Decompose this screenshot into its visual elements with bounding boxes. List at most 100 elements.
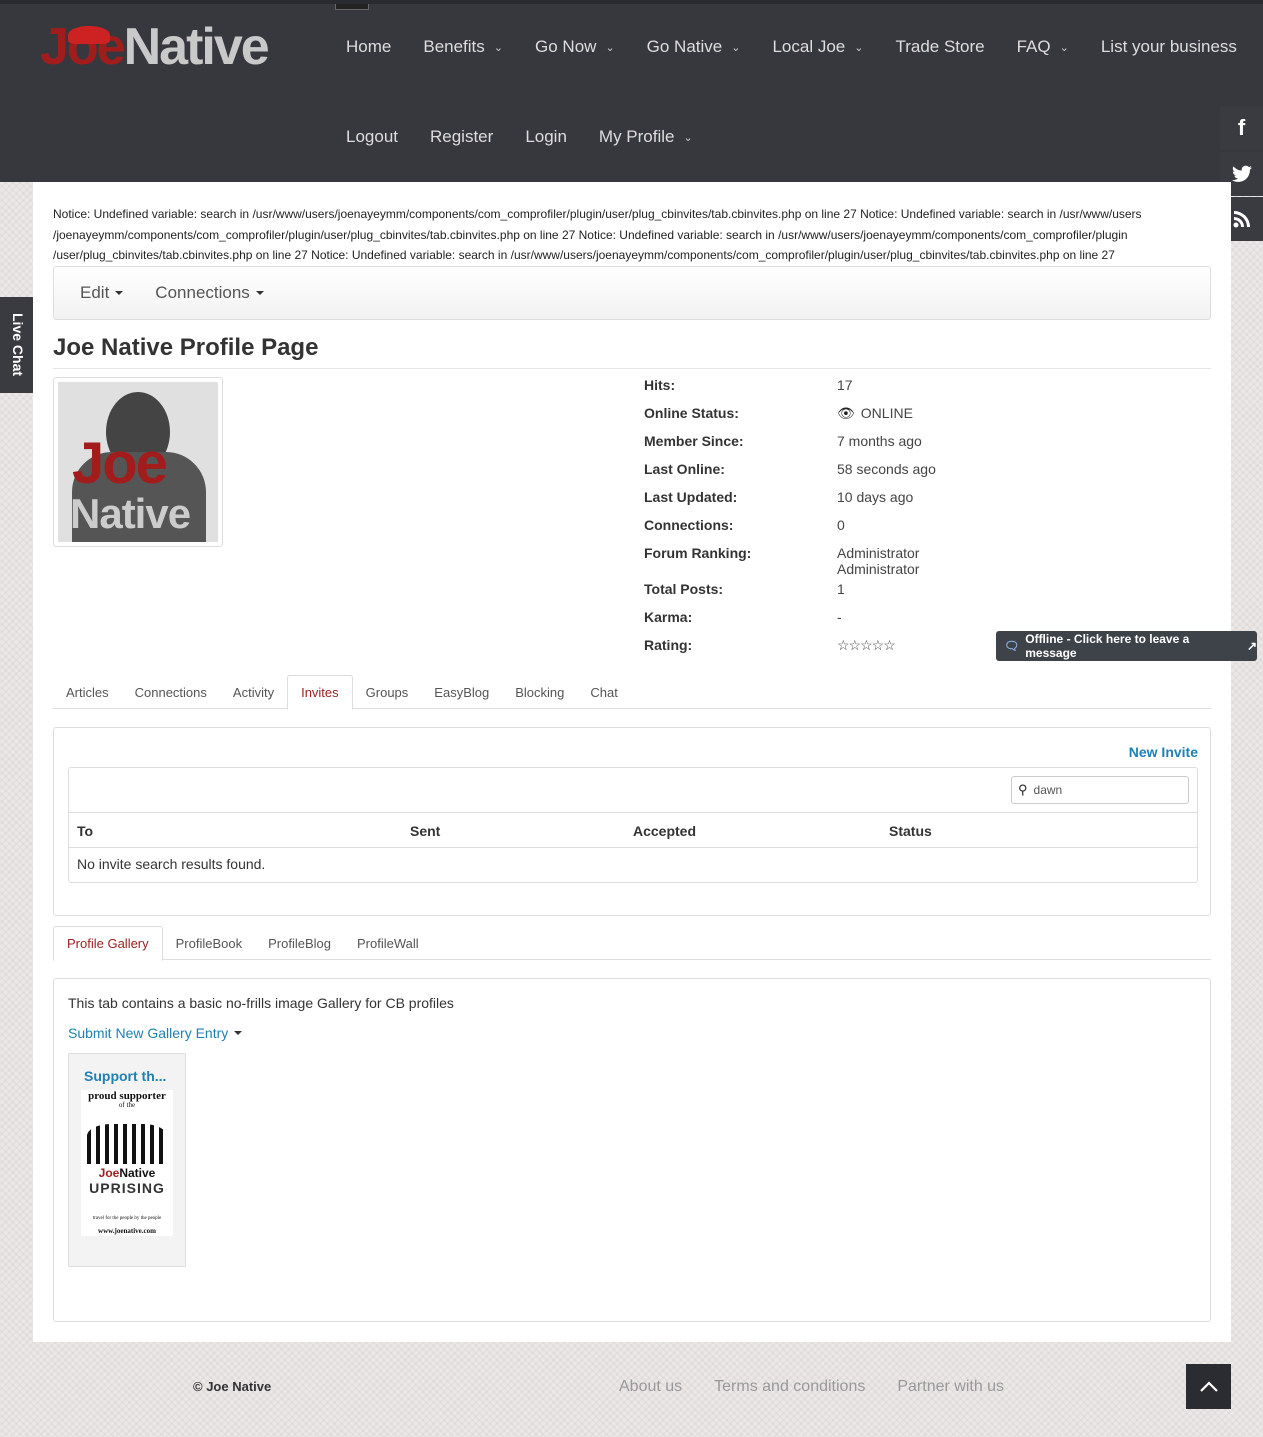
chat-offline-button[interactable]: 🗨 Offline - Click here to leave a messag…: [996, 631, 1257, 661]
nav-list-business[interactable]: List your business: [1085, 34, 1253, 60]
toggle-handle[interactable]: [335, 4, 369, 10]
chevron-down-icon: ⌄: [1059, 41, 1069, 54]
stat-value-2: Administrator: [837, 561, 920, 577]
submit-label: Submit New Gallery Entry: [68, 1025, 229, 1041]
site-header: Joe Native Home Benefits ⌄ Go Now ⌄ Go Nat…: [0, 0, 1263, 182]
gallery-tabs: Profile Gallery ProfileBook ProfileBlog …: [53, 926, 1211, 961]
tab-profileblog[interactable]: ProfileBlog: [255, 926, 344, 960]
stat-value: 58 seconds ago: [837, 461, 936, 477]
tab-chat[interactable]: Chat: [577, 675, 630, 709]
poster-brand: JoeNative: [81, 1166, 173, 1180]
tab-articles[interactable]: Articles: [53, 675, 122, 709]
gallery-description: This tab contains a basic no-frills imag…: [68, 995, 454, 1011]
nav-local-joe[interactable]: Local Joe ⌄: [756, 34, 879, 60]
gallery-item-image[interactable]: proud supporter of the JoeNative UPRISIN…: [81, 1090, 173, 1236]
tab-activity[interactable]: Activity: [220, 675, 287, 709]
chevron-down-icon: ⌄: [731, 41, 741, 54]
submit-gallery-entry-button[interactable]: Submit New Gallery Entry: [68, 1025, 243, 1041]
col-sent[interactable]: Sent: [410, 823, 440, 839]
gallery-item[interactable]: Support th... proud supporter of the Joe…: [68, 1053, 186, 1267]
chat-offline-label: Offline - Click here to leave a message: [1025, 632, 1190, 660]
chevron-down-icon: ⌄: [605, 41, 615, 54]
stat-label: Last Online:: [644, 461, 725, 477]
tab-profile-gallery[interactable]: Profile Gallery: [53, 926, 163, 961]
gallery-item-title[interactable]: Support th...: [84, 1068, 166, 1084]
eye-icon: 👁: [837, 405, 855, 421]
nav-go-now[interactable]: Go Now ⌄: [519, 34, 631, 60]
nav-label: Logout: [346, 127, 398, 146]
col-status[interactable]: Status: [889, 823, 932, 839]
tab-groups[interactable]: Groups: [353, 675, 422, 709]
edit-label: Edit: [80, 283, 110, 302]
main-nav-row-2: Logout Register Login My Profile ⌄: [330, 124, 709, 150]
stat-label: Online Status:: [644, 405, 739, 421]
chat-bubble-icon: 🗨: [1004, 639, 1020, 653]
facebook-icon[interactable]: f: [1220, 106, 1263, 150]
search-icon: ⚲: [1018, 782, 1028, 797]
connections-menu[interactable]: Connections: [139, 283, 280, 303]
nav-faq[interactable]: FAQ ⌄: [1001, 34, 1085, 60]
nav-logout[interactable]: Logout: [330, 124, 414, 150]
main-nav-row-1: Home Benefits ⌄ Go Now ⌄ Go Native ⌄ Local …: [330, 34, 1253, 60]
nav-label: Trade Store: [895, 37, 985, 56]
stat-last-online: Last Online: 58 seconds ago: [644, 461, 1204, 489]
tab-connections[interactable]: Connections: [122, 675, 220, 709]
tab-blocking[interactable]: Blocking: [502, 675, 577, 709]
nav-my-profile[interactable]: My Profile ⌄: [583, 124, 709, 150]
chevron-down-icon: ⌄: [683, 131, 693, 144]
stat-hits: Hits: 17: [644, 377, 1204, 405]
nav-home[interactable]: Home: [330, 34, 407, 60]
footer-about-link[interactable]: About us: [603, 1378, 698, 1396]
edit-menu[interactable]: Edit: [64, 283, 139, 303]
avatar-image: Joe Native: [58, 382, 218, 542]
nav-label: Register: [430, 127, 494, 146]
php-notice: Notice: Undefined variable: search in /u…: [53, 207, 1142, 262]
live-chat-tab[interactable]: Live Chat: [0, 297, 36, 393]
poster-brand-native: Native: [119, 1166, 156, 1180]
tab-invites[interactable]: Invites: [287, 675, 353, 710]
tab-profilewall[interactable]: ProfileWall: [344, 926, 432, 960]
profile-stats: Hits: 17 Online Status: 👁 ONLINE Member Sin…: [644, 377, 1204, 665]
col-to[interactable]: To: [77, 823, 93, 839]
footer-links: About us Terms and conditions Partner wi…: [603, 1378, 1020, 1396]
nav-login[interactable]: Login: [509, 124, 583, 150]
caret-down-icon: [234, 1031, 243, 1035]
site-logo[interactable]: Joe Native: [40, 18, 270, 76]
rating-stars[interactable]: ☆☆☆☆☆: [837, 637, 896, 665]
footer-partner-link[interactable]: Partner with us: [881, 1378, 1020, 1396]
nav-benefits[interactable]: Benefits ⌄: [407, 34, 519, 60]
stat-total-posts: Total Posts: 1: [644, 581, 1204, 609]
avatar-native-text: Native: [70, 490, 191, 537]
stat-value: 0: [837, 517, 845, 533]
stat-value: 10 days ago: [837, 489, 914, 505]
stat-label: Forum Ranking:: [644, 545, 752, 561]
footer-terms-link[interactable]: Terms and conditions: [698, 1378, 881, 1396]
col-accepted[interactable]: Accepted: [633, 823, 696, 839]
empty-message: No invite search results found.: [77, 856, 266, 872]
nav-label: List your business: [1100, 37, 1237, 56]
stat-value: ONLINE: [860, 405, 913, 421]
tab-profilebook[interactable]: ProfileBook: [163, 926, 255, 960]
stat-label: Total Posts:: [644, 581, 724, 597]
stat-member-since: Member Since: 7 months ago: [644, 433, 1204, 461]
nav-label: FAQ: [1016, 37, 1051, 56]
nav-label: My Profile: [598, 127, 675, 146]
nav-go-native[interactable]: Go Native ⌄: [631, 34, 757, 60]
nav-label: Go Now: [535, 37, 597, 56]
nav-label: Home: [346, 37, 392, 56]
nav-label: Benefits: [423, 37, 485, 56]
scroll-to-top-button[interactable]: [1186, 1364, 1231, 1409]
poster-line: of the: [118, 1101, 136, 1109]
invite-search-input[interactable]: ⚲ dawn: [1011, 776, 1189, 804]
caret-down-icon: [255, 291, 264, 295]
nav-register[interactable]: Register: [414, 124, 509, 150]
stat-connections: Connections: 0: [644, 517, 1204, 545]
tab-easyblog[interactable]: EasyBlog: [421, 675, 502, 709]
invites-panel: New Invite ⚲ dawn To Sent Accepted Statu…: [53, 727, 1211, 916]
stat-label: Hits:: [644, 377, 676, 393]
avatar[interactable]: Joe Native: [53, 377, 223, 547]
page-title: Joe Native Profile Page: [53, 334, 1211, 369]
new-invite-link[interactable]: New Invite: [1129, 744, 1198, 760]
nav-trade-store[interactable]: Trade Store: [879, 34, 1000, 60]
nav-label: Login: [525, 127, 567, 146]
